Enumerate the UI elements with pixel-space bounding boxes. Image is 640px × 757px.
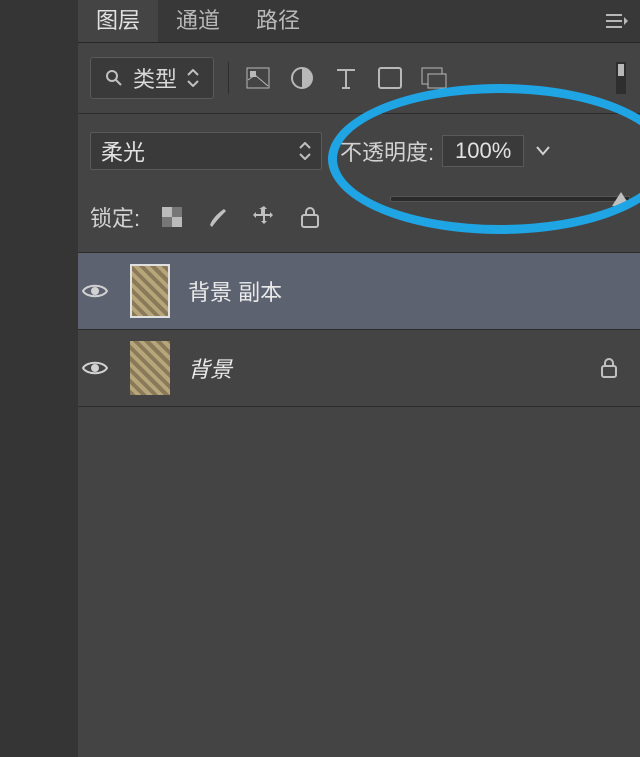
chevron-updown-icon <box>187 69 199 87</box>
opacity-control: 不透明度: 100% <box>340 135 628 167</box>
blend-mode-dropdown[interactable]: 柔光 <box>90 132 322 170</box>
slider-track <box>390 196 630 202</box>
filter-text-icon[interactable] <box>331 63 361 93</box>
lock-all-icon[interactable] <box>296 203 324 231</box>
filter-shape-icon[interactable] <box>375 63 405 93</box>
layers-list: 背景 副本 背景 <box>78 253 640 407</box>
tab-channels[interactable]: 通道 <box>158 0 238 42</box>
blend-mode-label: 柔光 <box>101 135 145 167</box>
lock-pixels-brush-icon[interactable] <box>204 203 232 231</box>
filter-toggle-icon[interactable] <box>614 63 628 93</box>
opacity-dropdown-icon[interactable] <box>532 146 550 156</box>
layer-thumbnail[interactable] <box>130 341 170 395</box>
chevron-updown-icon <box>299 142 311 160</box>
layer-filter-row: 类型 <box>78 43 640 114</box>
layer-lock-indicator-icon <box>600 358 626 378</box>
opacity-slider[interactable] <box>390 190 630 208</box>
lock-label: 锁定: <box>90 201 140 233</box>
lock-transparency-icon[interactable] <box>158 203 186 231</box>
visibility-eye-icon[interactable] <box>82 282 122 300</box>
opacity-value-input[interactable]: 100% <box>442 135 524 167</box>
filter-type-dropdown[interactable]: 类型 <box>90 57 214 99</box>
layer-row[interactable]: 背景 副本 <box>78 253 640 330</box>
tab-paths[interactable]: 路径 <box>238 0 318 42</box>
filter-adjustment-icon[interactable] <box>287 63 317 93</box>
visibility-eye-icon[interactable] <box>82 359 122 377</box>
lock-position-move-icon[interactable] <box>250 203 278 231</box>
slider-knob-icon[interactable] <box>612 192 630 206</box>
search-icon <box>105 69 123 87</box>
tab-layers[interactable]: 图层 <box>78 0 158 42</box>
opacity-label: 不透明度: <box>340 135 434 167</box>
blend-opacity-row: 柔光 不透明度: 100% <box>78 114 640 188</box>
layer-name[interactable]: 背景 <box>178 352 592 384</box>
layer-thumbnail[interactable] <box>130 264 170 318</box>
layer-row[interactable]: 背景 <box>78 330 640 407</box>
filter-smartobject-icon[interactable] <box>419 63 449 93</box>
layer-name[interactable]: 背景 副本 <box>178 275 592 307</box>
panel-menu-icon[interactable] <box>600 0 634 42</box>
panel-tabs: 图层 通道 路径 <box>78 0 640 43</box>
filter-type-label: 类型 <box>133 62 177 94</box>
lock-row: 锁定: <box>78 188 640 253</box>
filter-pixel-icon[interactable] <box>243 63 273 93</box>
